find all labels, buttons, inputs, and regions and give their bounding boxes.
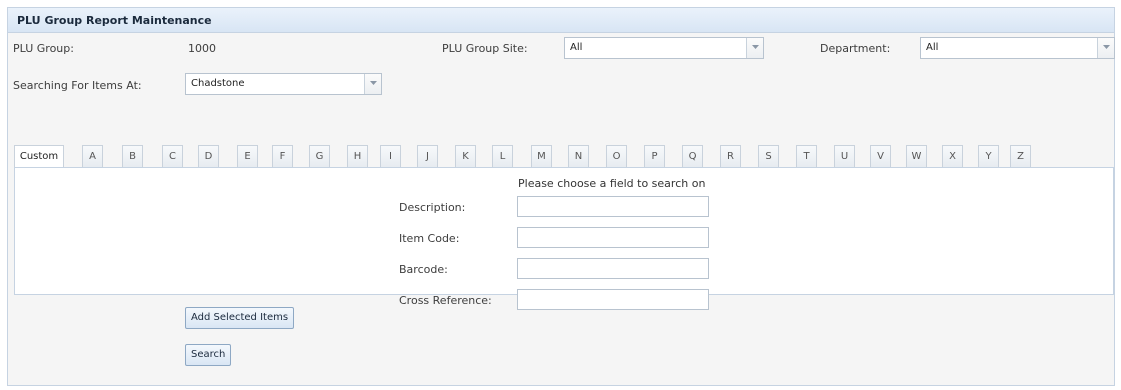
add-selected-items-button[interactable]: Add Selected Items [185, 307, 295, 329]
cross-reference-label: Cross Reference: [399, 294, 492, 307]
tab-b[interactable]: B [122, 145, 143, 168]
barcode-field[interactable] [517, 258, 709, 279]
store-location-value: Chadstone [191, 78, 245, 89]
tab-u[interactable]: U [834, 145, 855, 168]
tab-custom[interactable]: Custom [14, 145, 64, 169]
plu-group-site-value: All [570, 42, 583, 53]
barcode-label: Barcode: [399, 263, 448, 276]
plu-group-value: 1000 [188, 42, 216, 55]
tab-f[interactable]: F [272, 145, 293, 168]
tab-a[interactable]: A [82, 145, 103, 168]
panel-title: PLU Group Report Maintenance [17, 14, 212, 27]
tab-x[interactable]: X [942, 145, 963, 168]
plu-group-label: PLU Group: [13, 42, 74, 55]
tab-l[interactable]: L [492, 145, 513, 168]
tab-z[interactable]: Z [1010, 145, 1031, 168]
panel-header: PLU Group Report Maintenance [8, 8, 1114, 33]
description-field[interactable] [517, 196, 709, 217]
tab-o[interactable]: O [606, 145, 627, 168]
item-code-field[interactable] [517, 227, 709, 248]
tab-k[interactable]: K [455, 145, 476, 168]
store-location-select[interactable]: Chadstone [185, 73, 382, 95]
tab-q[interactable]: Q [682, 145, 703, 168]
chevron-down-icon [370, 81, 377, 85]
tab-y[interactable]: Y [978, 145, 999, 168]
description-label: Description: [399, 201, 466, 214]
plu-group-site-trigger[interactable] [746, 38, 763, 58]
tab-j[interactable]: J [417, 145, 438, 168]
cross-reference-field[interactable] [517, 289, 709, 310]
department-value: All [926, 42, 939, 53]
chevron-down-icon [1103, 45, 1110, 49]
tab-s[interactable]: S [758, 145, 779, 168]
tab-c[interactable]: C [162, 145, 183, 168]
item-code-label: Item Code: [399, 232, 460, 245]
tab-g[interactable]: G [309, 145, 330, 168]
search-button[interactable]: Search [185, 344, 232, 366]
tab-i[interactable]: I [380, 145, 401, 168]
search-prompt: Please choose a field to search on [518, 177, 706, 190]
tab-t[interactable]: T [796, 145, 817, 168]
tab-h[interactable]: H [347, 145, 368, 168]
tab-p[interactable]: P [644, 145, 665, 168]
department-label: Department: [820, 42, 891, 55]
plu-group-site-select[interactable]: All [564, 37, 764, 59]
tab-d[interactable]: D [198, 145, 219, 168]
tab-v[interactable]: V [870, 145, 891, 168]
searching-for-items-at-label: Searching For Items At: [13, 79, 142, 92]
tab-m[interactable]: M [531, 145, 552, 168]
tab-r[interactable]: R [720, 145, 741, 168]
tab-w[interactable]: W [906, 145, 927, 168]
plu-group-site-label: PLU Group Site: [442, 42, 528, 55]
store-location-trigger[interactable] [364, 74, 381, 94]
tab-n[interactable]: N [568, 145, 589, 168]
tab-e[interactable]: E [237, 145, 258, 168]
department-select[interactable]: All [920, 37, 1115, 59]
department-trigger[interactable] [1097, 38, 1114, 58]
chevron-down-icon [752, 45, 759, 49]
